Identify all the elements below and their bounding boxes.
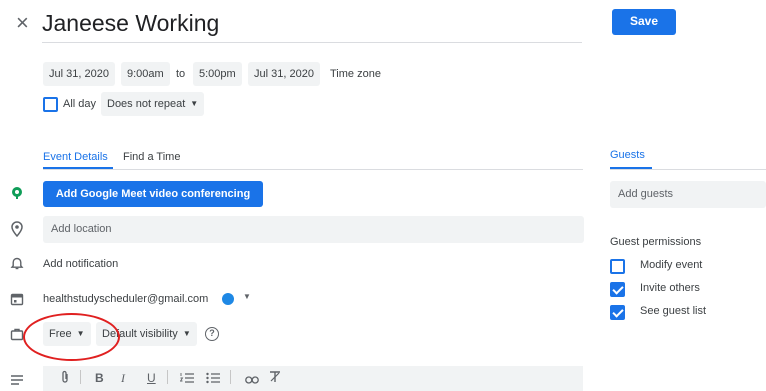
time-zone-link[interactable]: Time zone xyxy=(330,62,381,86)
event-title-field[interactable]: Janeese Working xyxy=(42,8,219,38)
tab-find-a-time[interactable]: Find a Time xyxy=(123,149,180,165)
calendar-color-swatch xyxy=(222,293,234,305)
annotation-circle xyxy=(23,313,120,361)
toolbar-divider xyxy=(230,370,231,384)
chevron-down-icon: ▼ xyxy=(243,292,251,301)
repeat-dropdown-label: Does not repeat xyxy=(107,98,186,110)
end-date-picker[interactable]: Jul 31, 2020 xyxy=(248,62,320,86)
link-icon[interactable] xyxy=(245,372,259,390)
paperclip-icon[interactable] xyxy=(60,370,70,388)
bulleted-list-icon[interactable] xyxy=(206,371,220,389)
title-underline xyxy=(42,42,582,43)
end-time-picker[interactable]: 5:00pm xyxy=(193,62,242,86)
google-meet-icon xyxy=(10,186,24,200)
toolbar-divider xyxy=(80,370,81,384)
add-guests-input[interactable]: Add guests xyxy=(610,181,766,208)
repeat-dropdown[interactable]: Does not repeat ▼ xyxy=(101,92,205,116)
location-pin-icon xyxy=(10,221,24,238)
add-notification-link[interactable]: Add notification xyxy=(43,252,118,276)
guests-tabs-divider xyxy=(610,169,766,170)
save-button[interactable]: Save xyxy=(612,9,676,35)
italic-button[interactable]: I xyxy=(121,370,125,386)
bell-icon xyxy=(10,257,24,271)
chevron-down-icon: ▼ xyxy=(182,329,191,339)
calendar-icon xyxy=(10,292,24,306)
toolbar-divider xyxy=(167,370,168,384)
invite-others-checkbox[interactable] xyxy=(610,282,625,297)
all-day-label: All day xyxy=(63,98,97,110)
modify-event-label: Modify event xyxy=(640,259,703,271)
bold-button[interactable]: B xyxy=(95,370,104,386)
start-date-picker[interactable]: Jul 31, 2020 xyxy=(43,62,115,86)
help-icon[interactable]: ? xyxy=(205,327,219,341)
chevron-down-icon: ▼ xyxy=(190,99,199,109)
calendar-color-picker[interactable]: ▼ xyxy=(220,287,256,311)
modify-event-checkbox[interactable] xyxy=(610,259,625,274)
numbered-list-icon[interactable] xyxy=(179,371,194,389)
close-icon[interactable]: × xyxy=(16,12,29,34)
invite-others-label: Invite others xyxy=(640,282,700,294)
tab-guests[interactable]: Guests xyxy=(610,149,645,161)
briefcase-icon xyxy=(10,327,24,341)
underline-button[interactable]: U xyxy=(147,370,156,386)
start-time-picker[interactable]: 9:00am xyxy=(121,62,170,86)
see-guest-list-checkbox[interactable] xyxy=(610,305,625,320)
calendar-owner-label: healthstudyscheduler@gmail.com xyxy=(43,293,209,305)
see-guest-list-label: See guest list xyxy=(640,305,707,317)
to-label: to xyxy=(176,68,186,80)
tab-event-details[interactable]: Event Details xyxy=(43,149,108,165)
guest-permissions-title: Guest permissions xyxy=(610,236,702,248)
all-day-checkbox[interactable] xyxy=(43,97,58,112)
add-google-meet-button[interactable]: Add Google Meet video conferencing xyxy=(43,181,263,207)
clear-formatting-icon[interactable] xyxy=(268,370,282,389)
location-input[interactable]: Add location xyxy=(43,216,584,243)
description-icon xyxy=(10,373,24,385)
tabs-divider xyxy=(43,169,583,170)
